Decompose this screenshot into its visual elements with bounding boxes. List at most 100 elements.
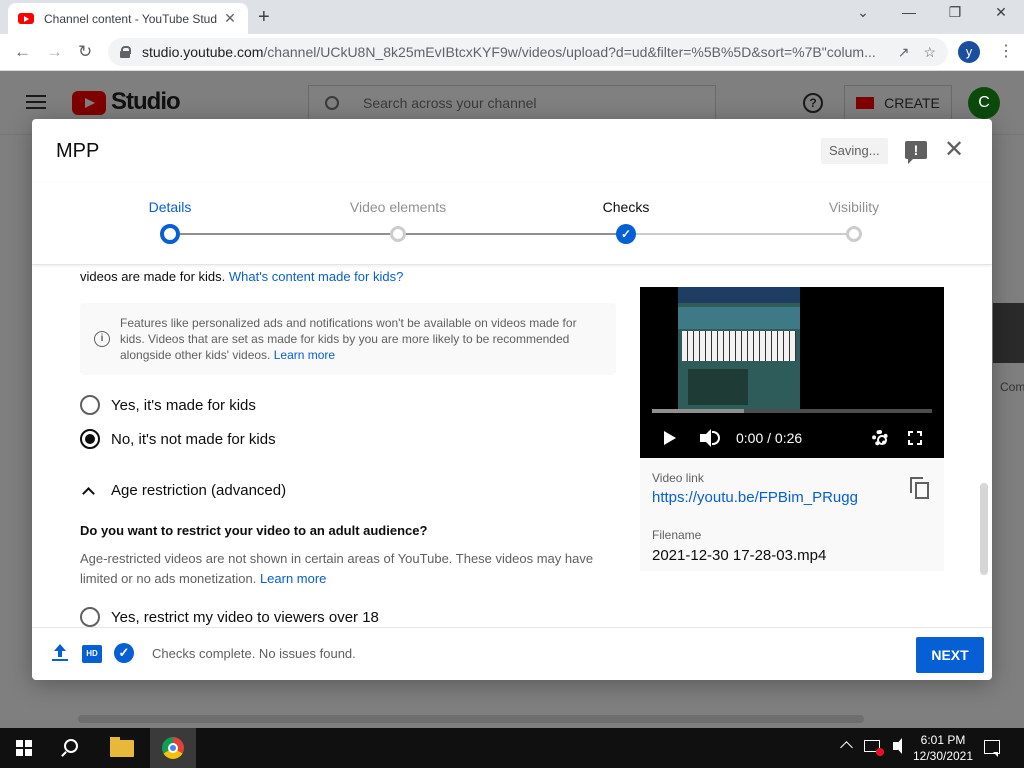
create-button[interactable]: CREATE — [844, 85, 952, 121]
video-camera-icon — [856, 97, 875, 109]
network-error-icon — [876, 748, 884, 756]
kids-description: videos are made for kids. What's content… — [80, 269, 404, 284]
taskbar-clock[interactable]: 6:01 PM 12/30/2021 — [908, 732, 978, 764]
copy-icon[interactable] — [910, 477, 930, 499]
details-content: videos are made for kids. What's content… — [32, 265, 992, 627]
search-placeholder: Search across your channel — [363, 95, 537, 111]
filename-value: 2021-12-30 17-28-03.mp4 — [652, 547, 827, 564]
window-minimize-button[interactable]: — — [886, 4, 932, 20]
radio-button[interactable] — [80, 395, 100, 415]
profile-avatar[interactable]: y — [958, 41, 980, 63]
dialog-title: MPP — [56, 140, 100, 162]
feedback-icon[interactable]: ! — [905, 141, 927, 164]
chevron-up-icon — [82, 486, 95, 500]
step-video-elements-label[interactable]: Video elements — [298, 199, 498, 215]
youtube-logo-icon[interactable] — [72, 91, 106, 115]
forward-arrow-icon[interactable]: → — [46, 42, 63, 62]
age-question: Do you want to restrict your video to an… — [80, 523, 428, 538]
share-icon[interactable]: ↗ — [898, 44, 910, 61]
step-details-label[interactable]: Details — [70, 199, 270, 215]
fullscreen-icon[interactable] — [908, 431, 922, 445]
help-icon[interactable]: ? — [803, 93, 823, 113]
reload-icon[interactable]: ↻ — [78, 42, 92, 62]
hd-icon[interactable]: HD — [82, 645, 102, 663]
step-details-dot[interactable] — [160, 224, 180, 244]
settings-gear-icon[interactable] — [872, 430, 888, 446]
search-icon — [325, 96, 339, 110]
dialog-footer: HD ✓ Checks complete. No issues found. N… — [32, 627, 992, 680]
video-buffered — [652, 409, 745, 413]
upload-dialog: MPP Saving... ! ✕ Details Video elements… — [32, 119, 992, 680]
video-progress-bar[interactable] — [652, 409, 932, 413]
back-arrow-icon[interactable]: ← — [14, 42, 31, 62]
step-checks-check-icon[interactable]: ✓ — [616, 224, 636, 244]
new-tab-button[interactable]: + — [258, 6, 270, 29]
info-icon: i — [94, 331, 110, 347]
upload-icon[interactable] — [52, 644, 68, 662]
tab-close-icon[interactable]: ✕ — [222, 10, 238, 27]
radio-label: Yes, it's made for kids — [111, 396, 256, 414]
kids-info-box: i Features like personalized ads and not… — [80, 303, 616, 375]
studio-logo-text: Studio — [111, 88, 181, 115]
next-button[interactable]: NEXT — [916, 637, 984, 673]
hamburger-menu-icon[interactable] — [26, 95, 46, 113]
windows-taskbar: 6:01 PM 12/30/2021 — [0, 728, 1024, 768]
age-learn-more-link[interactable]: Learn more — [260, 571, 326, 586]
checks-complete-icon[interactable]: ✓ — [114, 643, 134, 663]
age-description: Age-restricted videos are not shown in c… — [80, 551, 594, 586]
kids-content-link[interactable]: What's content made for kids? — [229, 269, 403, 284]
window-close-button[interactable]: ✕ — [978, 4, 1024, 21]
play-icon[interactable] — [664, 431, 676, 445]
background-column-text: Com — [1000, 380, 1024, 394]
step-checks-label[interactable]: Checks — [526, 199, 726, 215]
browser-menu-icon[interactable]: ⋮ — [998, 41, 1014, 61]
checks-status-text: Checks complete. No issues found. — [152, 646, 356, 661]
video-preview-panel: 0:00 / 0:26 Video link https://youtu.be/… — [640, 287, 944, 571]
address-bar[interactable]: studio.youtube.com/channel/UCkU8N_8k25mE… — [108, 38, 948, 66]
volume-wave-icon — [712, 431, 720, 445]
video-time: 0:00 / 0:26 — [736, 430, 803, 446]
dialog-scrollbar[interactable] — [980, 483, 988, 575]
clock-time: 6:01 PM — [920, 733, 966, 747]
volume-icon[interactable] — [700, 429, 711, 447]
radio-made-for-kids[interactable]: Yes, it's made for kids — [80, 395, 256, 415]
tray-chevron-up-icon[interactable] — [840, 741, 853, 754]
step-visibility-dot[interactable] — [846, 226, 862, 242]
taskbar-volume-icon[interactable] — [893, 738, 902, 754]
url-text: studio.youtube.com/channel/UCkU8N_8k25mE… — [142, 44, 876, 60]
radio-button-selected[interactable] — [80, 429, 100, 449]
tab-search-chevron-icon[interactable]: ⌄ — [840, 4, 886, 21]
channel-avatar[interactable]: C — [968, 87, 1000, 119]
chrome-icon[interactable] — [162, 737, 184, 759]
tab-title: Channel content - YouTube Stud — [44, 11, 218, 26]
kids-learn-more-link[interactable]: Learn more — [274, 348, 335, 362]
step-visibility-label[interactable]: Visibility — [754, 199, 954, 215]
video-link[interactable]: https://youtu.be/FPBim_PRugg — [652, 489, 858, 506]
background-scrollbar[interactable] — [78, 715, 864, 723]
browser-tab[interactable]: Channel content - YouTube Stud ✕ — [8, 3, 248, 34]
dialog-close-icon[interactable]: ✕ — [944, 138, 964, 162]
file-explorer-icon[interactable] — [110, 737, 134, 757]
clock-date: 12/30/2021 — [912, 749, 974, 763]
browser-tab-bar: Channel content - YouTube Stud ✕ + ⌄ — ❐… — [0, 0, 1024, 34]
video-player[interactable]: 0:00 / 0:26 — [640, 287, 944, 458]
filename-label: Filename — [652, 528, 702, 542]
radio-label: No, it's not made for kids — [111, 430, 276, 448]
window-restore-button[interactable]: ❐ — [932, 4, 978, 21]
studio-search-input[interactable]: Search across your channel — [308, 85, 716, 121]
taskbar-search-icon[interactable] — [64, 739, 78, 753]
bookmark-star-icon[interactable]: ☆ — [923, 44, 936, 61]
player-controls: 0:00 / 0:26 — [640, 427, 944, 449]
radio-label: Yes, restrict my video to viewers over 1… — [111, 608, 379, 626]
radio-not-made-for-kids[interactable]: No, it's not made for kids — [80, 429, 276, 449]
browser-toolbar: ← → ↻ studio.youtube.com/channel/UCkU8N_… — [0, 34, 1024, 71]
windows-start-icon[interactable] — [16, 740, 32, 756]
radio-button[interactable] — [80, 607, 100, 627]
upload-stepper: Details Video elements Checks Visibility… — [32, 183, 992, 265]
youtube-favicon-icon — [18, 13, 34, 24]
age-restriction-toggle[interactable]: Age restriction (advanced) — [82, 482, 286, 500]
radio-restrict-18[interactable]: Yes, restrict my video to viewers over 1… — [80, 607, 379, 627]
notifications-icon[interactable] — [984, 740, 1000, 757]
step-video-elements-dot[interactable] — [390, 226, 406, 242]
background-panel — [993, 303, 1024, 363]
